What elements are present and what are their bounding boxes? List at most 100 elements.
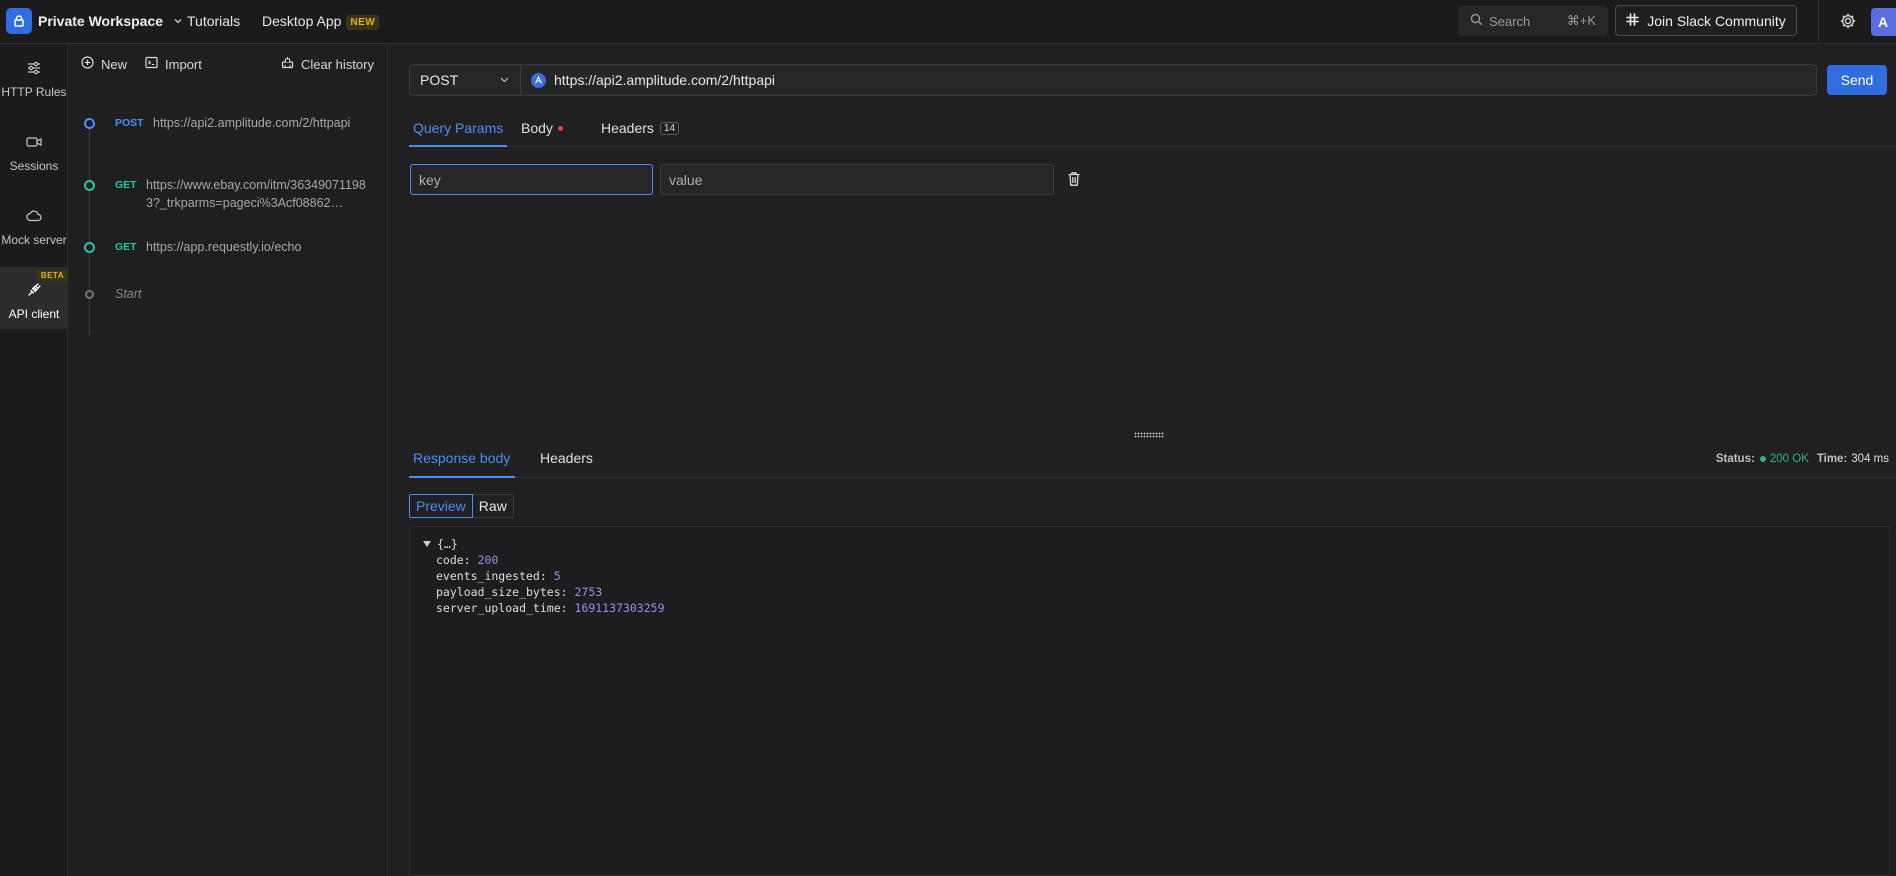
history-panel: New Import Clear history POST https://ap… — [69, 45, 388, 876]
avatar[interactable]: A — [1871, 8, 1896, 36]
headers-count-badge: 14 — [659, 122, 680, 135]
history-url: https://api2.amplitude.com/2/httpapi — [153, 116, 351, 130]
workspace-name: Private Workspace — [38, 13, 164, 29]
tab-body-label: Body — [521, 120, 553, 136]
json-value: 200 — [477, 553, 499, 567]
response-panel: Response body Headers Status: 200 OK Tim… — [409, 438, 1896, 876]
tab-response-headers[interactable]: Headers — [540, 438, 593, 478]
search-shortcut: ⌘+K — [1566, 13, 1596, 28]
tab-headers[interactable]: Headers 14 — [601, 109, 680, 147]
timeline-dot — [84, 242, 95, 253]
rail-item-label: API client — [8, 307, 60, 321]
url-value: https://api2.amplitude.com/2/httpapi — [554, 72, 776, 88]
caret-down-icon — [423, 541, 431, 547]
gear-icon[interactable] — [1839, 12, 1857, 35]
new-label: New — [101, 56, 128, 72]
send-button[interactable]: Send — [1827, 65, 1887, 95]
terminal-icon — [145, 56, 165, 72]
history-url: https://www.ebay.com/itm/363490711983?_t… — [146, 178, 366, 210]
json-value: 2753 — [574, 585, 603, 599]
method-badge: GET — [115, 179, 137, 191]
time-label: Time: — [1816, 453, 1848, 465]
method-value: POST — [420, 72, 459, 88]
status-dot — [1759, 456, 1766, 462]
nav-rail: HTTP Rules Sessions Mock server BETA API… — [0, 45, 68, 876]
response-json-viewer: {…} code: 200 events_ingested: 5 payload… — [409, 526, 1890, 876]
param-key-input[interactable]: key — [410, 164, 653, 195]
rail-item-http-rules[interactable]: HTTP Rules — [0, 45, 68, 107]
json-value: 5 — [553, 569, 561, 583]
new-badge: NEW — [346, 15, 380, 30]
response-status: Status: 200 OK Time: 304 ms — [1716, 453, 1889, 465]
json-key: events_ingested — [436, 569, 540, 583]
beta-badge: BETA — [36, 270, 68, 281]
lock-icon — [6, 8, 32, 34]
preview-button[interactable]: Preview — [409, 494, 473, 518]
search-label: Search — [1489, 13, 1531, 29]
top-bar: Private Workspace Tutorials Desktop App N… — [0, 0, 1896, 44]
status-label: Status: — [1715, 453, 1755, 465]
rail-item-label: Sessions — [9, 159, 59, 173]
new-button[interactable]: New — [81, 56, 127, 72]
request-panel: POST https://api2.amplitude.com/2/httpap… — [389, 45, 1896, 876]
json-root-label: {…} — [437, 537, 458, 551]
chevron-down-icon — [499, 72, 510, 88]
clear-history-label: Clear history — [301, 56, 374, 72]
history-timeline — [89, 120, 90, 335]
rail-item-label: HTTP Rules — [1, 85, 67, 99]
slack-icon — [1626, 12, 1647, 29]
json-field: code: 200 — [436, 553, 499, 567]
timeline-dot — [85, 290, 94, 299]
trash-icon[interactable] — [1067, 171, 1081, 192]
json-key: code — [436, 553, 464, 567]
param-value-input[interactable]: value — [660, 164, 1054, 195]
tab-query-params[interactable]: Query Params — [409, 109, 507, 147]
response-tabs: Response body Headers Status: 200 OK Tim… — [409, 438, 1896, 478]
divider — [1818, 0, 1819, 44]
globe-icon — [531, 72, 546, 88]
history-url: https://app.requestly.io/echo — [146, 240, 302, 254]
json-field: server_upload_time: 1691137303259 — [436, 601, 665, 615]
search-icon — [1470, 13, 1483, 29]
cloud-icon — [0, 209, 68, 226]
tab-body[interactable]: Body — [521, 109, 563, 147]
rail-item-label: Mock server — [1, 233, 67, 247]
broom-icon — [281, 56, 301, 72]
timeline-dot — [84, 180, 95, 191]
method-badge: POST — [115, 117, 144, 129]
tab-response-body[interactable]: Response body — [409, 438, 515, 478]
join-slack-button[interactable]: Join Slack Community — [1615, 5, 1797, 36]
tab-headers-label: Headers — [601, 120, 654, 136]
sliders-icon — [0, 61, 68, 78]
method-badge: GET — [115, 241, 137, 253]
plug-icon — [0, 283, 68, 300]
workspace-selector[interactable]: Private Workspace — [6, 8, 183, 34]
slack-label: Join Slack Community — [1647, 12, 1786, 29]
clear-history-button[interactable]: Clear history — [281, 56, 374, 72]
method-select[interactable]: POST — [409, 64, 521, 96]
request-tabs: Query Params Body Headers 14 — [409, 109, 1896, 147]
rail-item-api-client[interactable]: BETA API client — [0, 267, 68, 329]
import-button[interactable]: Import — [145, 56, 202, 72]
json-value: 1691137303259 — [574, 601, 665, 615]
json-key: payload_size_bytes — [436, 585, 561, 599]
json-field: events_ingested: 5 — [436, 569, 561, 583]
resize-handle[interactable] — [389, 430, 1896, 438]
rail-item-sessions[interactable]: Sessions — [0, 119, 68, 181]
rail-item-mock-server[interactable]: Mock server — [0, 193, 68, 255]
desktop-app-label: Desktop App — [262, 13, 342, 29]
raw-button[interactable]: Raw — [472, 494, 514, 518]
history-toolbar: New Import Clear history — [69, 45, 388, 83]
desktop-app-link[interactable]: Desktop App NEW — [262, 13, 380, 30]
json-field: payload_size_bytes: 2753 — [436, 585, 603, 599]
url-input[interactable]: https://api2.amplitude.com/2/httpapi — [520, 64, 1817, 96]
chevron-down-icon — [173, 13, 183, 29]
modified-dot — [557, 126, 563, 131]
import-label: Import — [165, 56, 202, 72]
time-value: 304 ms — [1851, 453, 1889, 465]
json-root[interactable]: {…} — [423, 537, 458, 551]
status-value: 200 OK — [1769, 453, 1809, 465]
tutorials-link[interactable]: Tutorials — [187, 13, 240, 29]
video-icon — [0, 135, 68, 152]
search-button[interactable]: Search ⌘+K — [1458, 6, 1608, 36]
